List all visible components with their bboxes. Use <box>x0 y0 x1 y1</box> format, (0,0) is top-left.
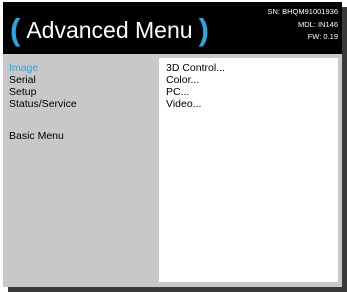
osd-menu: ( Advanced Menu ) SN: BHQM91001936 MDL: … <box>3 2 342 287</box>
submenu-panel: 3D Control... Color... PC... Video... <box>159 58 338 282</box>
submenu-item-pc[interactable]: PC... <box>166 86 189 98</box>
firmware-version: FW: 0.19 <box>307 32 338 41</box>
submenu-item-video[interactable]: Video... <box>166 98 201 110</box>
device-info: SN: BHQM91001936 MDL: IN146 FW: 0.19 <box>268 6 338 44</box>
sidebar-menu: Image Serial Setup Status/Service Basic … <box>3 54 157 287</box>
sidebar-item-serial[interactable]: Serial <box>9 74 36 86</box>
model-number: MDL: IN146 <box>297 19 338 29</box>
serial-number: SN: BHQM91001936 <box>267 7 338 16</box>
submenu-item-color[interactable]: Color... <box>166 74 199 86</box>
menu-title: ( Advanced Menu ) <box>10 13 209 47</box>
page-title: Advanced Menu <box>26 17 193 43</box>
sidebar-item-status-service[interactable]: Status/Service <box>9 98 77 110</box>
sidebar-item-image[interactable]: Image <box>9 62 38 74</box>
menu-header: ( Advanced Menu ) SN: BHQM91001936 MDL: … <box>3 2 342 54</box>
sidebar-item-basic-menu[interactable]: Basic Menu <box>9 130 64 142</box>
submenu-item-3d-control[interactable]: 3D Control... <box>166 62 225 74</box>
open-paren-glyph: ( <box>10 12 21 47</box>
close-paren-glyph: ) <box>198 12 209 47</box>
sidebar-item-setup[interactable]: Setup <box>9 86 36 98</box>
